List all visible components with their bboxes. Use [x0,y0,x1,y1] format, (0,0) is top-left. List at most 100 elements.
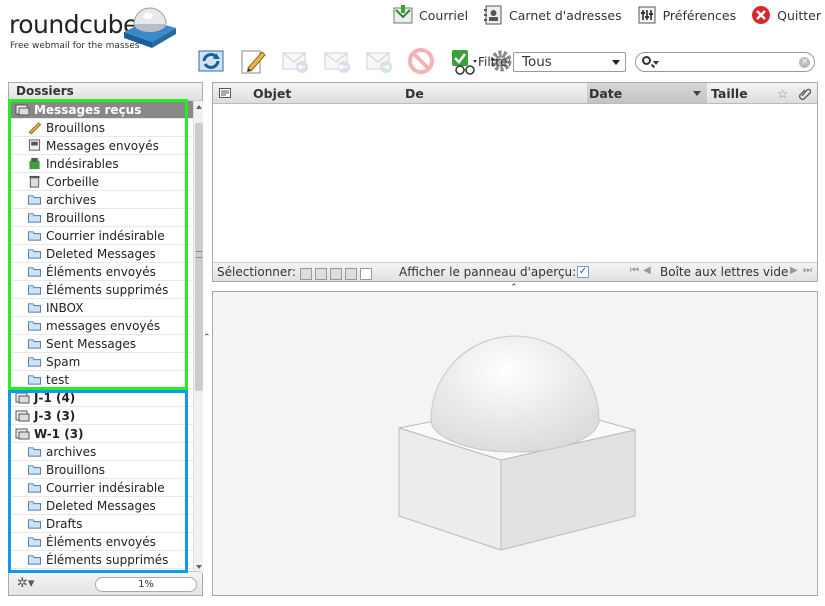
folder-label: archives [46,192,97,207]
column-date[interactable]: Date [587,83,707,103]
folder-item[interactable]: INBOX [9,299,193,317]
folder-item[interactable]: Corbeille [9,173,193,191]
folder-item[interactable]: Sent Messages [9,335,193,353]
folder-item[interactable]: Brouillons [9,209,193,227]
spam-icon [452,50,477,75]
vertical-splitter-handle[interactable]: ⌃ [203,333,211,343]
search-icon[interactable] [642,56,651,65]
select-none-icon[interactable] [360,267,372,280]
folder-item[interactable]: Éléments envoyés [9,263,193,281]
preferences-icon [638,6,656,24]
select-page-icon[interactable] [315,267,327,280]
folder-scrollbar[interactable] [193,101,203,573]
folder-label: J-1 (4) [34,390,76,405]
folder-item[interactable]: Indésirables [9,155,193,173]
folder-icon [28,213,41,223]
scroll-grip-icon [196,251,202,258]
preview-pane [212,291,818,596]
nav-quitter[interactable]: Quitter [750,4,821,26]
folder-item[interactable]: Deleted Messages [9,497,193,515]
reply-icon [282,52,308,73]
column-from[interactable]: De [405,83,424,103]
folder-icon [28,537,41,547]
folder-item[interactable]: Courrier indésirable [9,479,193,497]
folder-item[interactable]: Messages envoyés [9,137,193,155]
filter-select[interactable]: Tous [513,52,626,72]
sent-icon [28,139,41,151]
reply-button[interactable] [279,45,311,77]
folder-item[interactable]: Brouillons [9,461,193,479]
folder-label: test [46,372,70,387]
flag-column-star-icon[interactable]: ☆ [777,83,788,103]
mail-icon [393,5,413,24]
preview-toggle-label: Afficher le panneau d'aperçu: [399,265,577,279]
list-options-icon[interactable] [219,88,231,99]
folder-account-w1[interactable]: W-1 (3) [9,425,193,443]
folder-label: Messages reçus [34,102,142,117]
nav-preferences-label: Préférences [662,7,737,23]
search-clear-icon[interactable]: × [799,57,810,68]
folder-label: Messages envoyés [46,138,159,153]
attachment-column-paperclip-icon[interactable] [799,87,811,100]
next-page-icon[interactable]: ▶ [790,265,798,276]
folder-account-j1[interactable]: J-1 (4) [9,389,193,407]
folder-item[interactable]: test [9,371,193,389]
folder-label: Indésirables [46,156,119,171]
folder-icon [28,267,41,277]
folder-item[interactable]: archives [9,191,193,209]
reply-all-button[interactable] [321,45,353,77]
nav-courriel-label: Courriel [419,7,469,23]
folder-item[interactable]: messages envoyés [9,317,193,335]
search-options-chevron-icon[interactable] [653,61,659,65]
nav-courriel[interactable]: Courriel [392,4,468,26]
nav-carnet-adresses[interactable]: Carnet d'adresses [482,4,622,26]
folder-icon [28,285,41,295]
folder-item[interactable]: Éléments supprimés [9,281,193,299]
folder-label: Spam [46,354,81,369]
scroll-down-icon[interactable] [196,565,202,569]
preview-toggle-checkbox[interactable]: ✓ [577,266,589,278]
folder-item[interactable]: Drafts [9,515,193,533]
folder-label: Deleted Messages [46,246,156,261]
folder-label: Éléments supprimés [46,552,169,567]
folder-item[interactable]: Éléments envoyés [9,533,193,551]
column-size[interactable]: Taille [711,83,748,103]
first-page-icon[interactable]: ⏮ [630,265,639,276]
search-input[interactable] [662,54,792,70]
logo[interactable]: roundcube Free webmail for the masses [6,4,196,51]
folder-label: Drafts [46,516,83,531]
scroll-up-icon[interactable] [196,105,202,109]
header: roundcube Free webmail for the masses Co… [0,0,825,51]
folder-item[interactable]: Deleted Messages [9,245,193,263]
previous-page-icon[interactable]: ◀ [643,265,651,276]
folder-actions-gear-icon[interactable]: ✲▾ [17,576,39,591]
forward-button[interactable] [363,45,395,77]
nav-preferences[interactable]: Préférences [636,4,737,26]
search-box[interactable]: × [635,52,815,72]
inbox-icon [15,428,30,440]
message-count: Boîte aux lettres vide [660,265,789,279]
pencil-icon [241,50,266,74]
select-invert-icon[interactable] [345,267,357,280]
delete-button[interactable] [405,45,437,77]
column-subject[interactable]: Objet [253,83,291,103]
folder-messages-recus[interactable]: Messages reçus [9,101,193,119]
inbox-icon [15,104,30,116]
select-unread-icon[interactable] [330,267,342,280]
spam-button[interactable] [447,45,479,77]
folder-icon [28,519,41,529]
folder-item[interactable]: Courrier indésirable [9,227,193,245]
select-all-icon[interactable] [300,267,312,280]
filter-label: Filtre: [478,55,512,69]
folder-label: INBOX [46,300,84,315]
compose-button[interactable] [237,45,269,77]
folder-item[interactable]: archives [9,443,193,461]
column-date-label: Date [589,86,623,101]
check-mail-button[interactable] [195,45,227,77]
last-page-icon[interactable]: ⏭ [803,265,812,276]
folder-item[interactable]: Éléments supprimés [9,551,193,569]
folder-item[interactable]: Spam [9,353,193,371]
folder-account-j3[interactable]: J-3 (3) [9,407,193,425]
folder-label: Courrier indésirable [46,480,165,495]
folder-item[interactable]: Brouillons [9,119,193,137]
